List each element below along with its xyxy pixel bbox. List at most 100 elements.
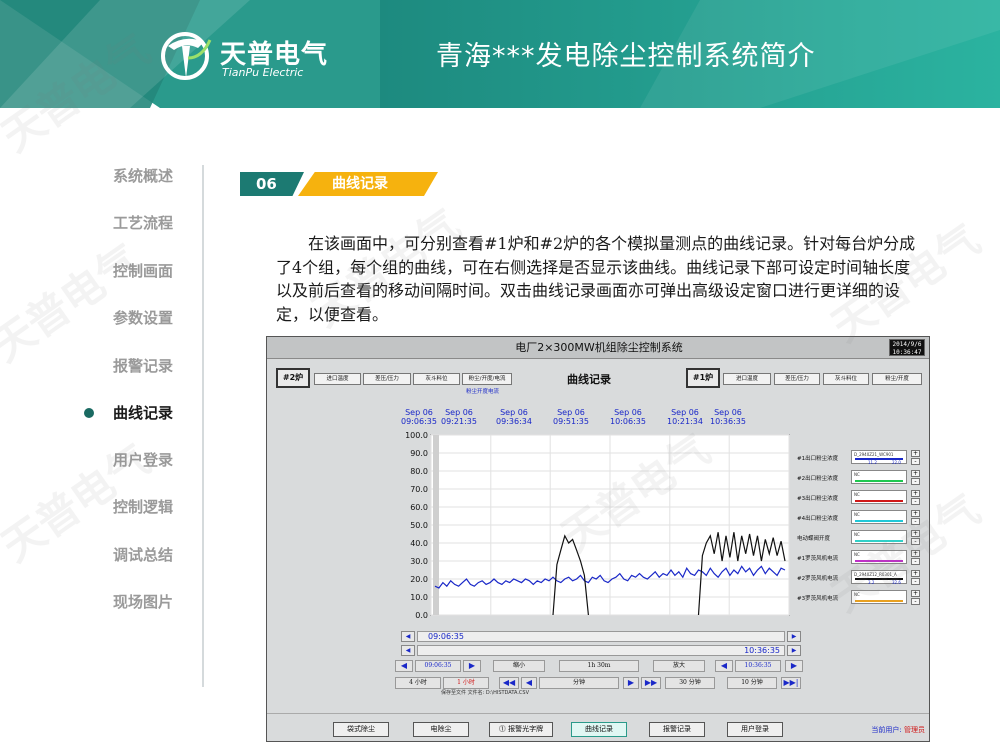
zoom-out-button[interactable]: 缩小 (493, 660, 545, 672)
step-30-field[interactable]: 30 分钟 (665, 677, 715, 689)
legend-show-button[interactable]: + (911, 530, 920, 537)
go-end-button[interactable]: ▶▶| (781, 677, 801, 689)
legend-hide-button[interactable]: - (911, 578, 920, 585)
nav-item-label: 控制画面 (112, 262, 173, 280)
file-save-row[interactable]: 保存至文件 文件名: D:\HISTDATA.CSV (441, 689, 529, 696)
step-back-button[interactable]: ◀ (521, 677, 537, 689)
nav-item[interactable]: 调试总结 (70, 544, 205, 568)
legend-hide-button[interactable]: - (911, 518, 920, 525)
legend-curve-box[interactable]: NC (851, 590, 907, 604)
left-group-button[interactable]: 灰斗料位 (413, 373, 460, 385)
watermark: 天普电气 (0, 234, 149, 372)
y-tick-label: 0.0 (415, 611, 428, 620)
legend-curve-box[interactable]: NC (851, 550, 907, 564)
left-group-button[interactable]: 进口温度 (314, 373, 361, 385)
step-minutes-field[interactable]: 分钟 (539, 677, 619, 689)
legend-tag: NC (854, 492, 860, 497)
step-forward-button[interactable]: ▶ (623, 677, 639, 689)
bottom-nav-button[interactable]: 袋式除尘 (333, 722, 389, 737)
legend-hide-button[interactable]: - (911, 498, 920, 505)
bottom-nav-button[interactable]: 报警记录 (649, 722, 705, 737)
zoom-in-button[interactable]: 放大 (653, 660, 705, 672)
legend-curve-box[interactable]: D_2940Z12_R0301_A 3.2 32.6 (851, 570, 907, 585)
bottom-nav-button[interactable]: ⓵ 报警光字牌 (489, 722, 553, 737)
legend-label: #3出口粉尘浓度 (797, 496, 839, 502)
time-scrollbar-1[interactable]: 09:06:35 (417, 631, 785, 642)
legend-tag: NC (854, 592, 860, 597)
start-prev-button[interactable]: ◀ (395, 660, 413, 672)
nav-item[interactable]: 参数设置 (70, 307, 205, 331)
nav-item-label: 曲线记录 (112, 404, 173, 422)
scada-title-bar: 电厂2×300MW机组除尘控制系统 2014/9/6 10:36:47 (267, 337, 929, 359)
right-group-button[interactable]: 进口温度 (723, 373, 771, 385)
scada-clock: 2014/9/6 10:36:47 (889, 339, 925, 356)
curve-record-title: 曲线记录 (567, 373, 611, 386)
bottom-nav-button[interactable]: 电除尘 (413, 722, 469, 737)
legend-label: #2出口粉尘浓度 (797, 476, 839, 482)
scada-window: 电厂2×300MW机组除尘控制系统 2014/9/6 10:36:47 #2炉 … (266, 336, 930, 742)
legend-hide-button[interactable]: - (911, 458, 920, 465)
step-10-field[interactable]: 10 分钟 (727, 677, 777, 689)
furnace-2-button[interactable]: #2炉 (276, 368, 310, 388)
start-next-button[interactable]: ▶ (463, 660, 481, 672)
furnace-1-button[interactable]: #1炉 (686, 368, 720, 388)
end-time-field[interactable]: 10:36:35 (735, 660, 781, 672)
legend-show-button[interactable]: + (911, 450, 920, 457)
legend-curve-box[interactable]: D_2940Z21_WC901 11.2 22.0 (851, 450, 907, 465)
nav-item[interactable]: 现场图片 (70, 591, 205, 615)
legend-show-button[interactable]: + (911, 550, 920, 557)
trend-chart[interactable]: 0.0 10.0 20.0 30.0 40.0 50.0 60.0 70.0 80.0 90.0 1… (403, 429, 795, 627)
nav-item[interactable]: 报警记录 (70, 355, 205, 379)
scroll-right-1-button[interactable]: ▶ (787, 631, 801, 642)
left-group-button[interactable]: 粉尘/开度/电流 (462, 373, 512, 385)
legend-curve-box[interactable]: NC (851, 490, 907, 504)
legend-show-button[interactable]: + (911, 590, 920, 597)
legend-max: 22.0 (892, 460, 901, 465)
nav-item[interactable]: 曲线记录 (70, 402, 205, 426)
nav-item[interactable]: 系统概述 (70, 165, 205, 189)
bottom-nav-button[interactable]: 用户登录 (727, 722, 783, 737)
legend-curve-box[interactable]: NC (851, 470, 907, 484)
legend-show-button[interactable]: + (911, 470, 920, 477)
legend-curve-box[interactable]: NC (851, 530, 907, 544)
legend-curve-box[interactable]: NC (851, 510, 907, 524)
end-next-button[interactable]: ▶ (785, 660, 803, 672)
nav-item[interactable]: 工艺流程 (70, 212, 205, 236)
preset-1h-button[interactable]: 1 小时 (443, 677, 489, 689)
right-group-button[interactable]: 粉尘/开度 (872, 373, 922, 385)
legend-show-button[interactable]: + (911, 570, 920, 577)
time-header-date: Sep 06 (557, 408, 585, 417)
span-field[interactable]: 1h 30m (559, 660, 639, 672)
legend-hide-button[interactable]: - (911, 558, 920, 565)
nav-item[interactable]: 用户登录 (70, 449, 205, 473)
left-group-button[interactable]: 差压/压力 (363, 373, 411, 385)
start-time-field[interactable]: 09:06:35 (415, 660, 461, 672)
legend-hide-button[interactable]: - (911, 538, 920, 545)
fast-back-button[interactable]: ◀◀ (499, 677, 519, 689)
fast-forward-button[interactable]: ▶▶ (641, 677, 661, 689)
legend-hide-button[interactable]: - (911, 478, 920, 485)
nav-item-label: 调试总结 (112, 546, 173, 564)
legend-show-button[interactable]: + (911, 510, 920, 517)
right-group-button[interactable]: 灰斗料位 (823, 373, 869, 385)
scroll-left-2-button[interactable]: ◀ (401, 645, 415, 656)
right-group-button[interactable]: 差压/压力 (774, 373, 820, 385)
legend-max: 32.6 (892, 580, 901, 585)
end-prev-button[interactable]: ◀ (715, 660, 733, 672)
legend-hide-button[interactable]: - (911, 598, 920, 605)
time-header: Sep 06 10:36:35 (698, 408, 758, 426)
time-header-date: Sep 06 (445, 408, 473, 417)
time-header-time: 10:36:35 (710, 417, 746, 426)
nav-item-label: 报警记录 (112, 357, 173, 375)
legend-row: 电动蝶阀开度 NC + - (797, 530, 929, 547)
scroll-left-1-button[interactable]: ◀ (401, 631, 415, 642)
preset-4h-button[interactable]: 4 小时 (395, 677, 441, 689)
nav-item-label: 参数设置 (112, 309, 173, 327)
nav-item[interactable]: 控制画面 (70, 260, 205, 284)
bottom-nav-button[interactable]: 曲线记录 (571, 722, 627, 737)
time-scrollbar-2[interactable]: 10:36:35 (417, 645, 785, 656)
y-tick-label: 10.0 (410, 593, 428, 602)
legend-show-button[interactable]: + (911, 490, 920, 497)
scroll-right-2-button[interactable]: ▶ (787, 645, 801, 656)
nav-item[interactable]: 控制逻辑 (70, 496, 205, 520)
